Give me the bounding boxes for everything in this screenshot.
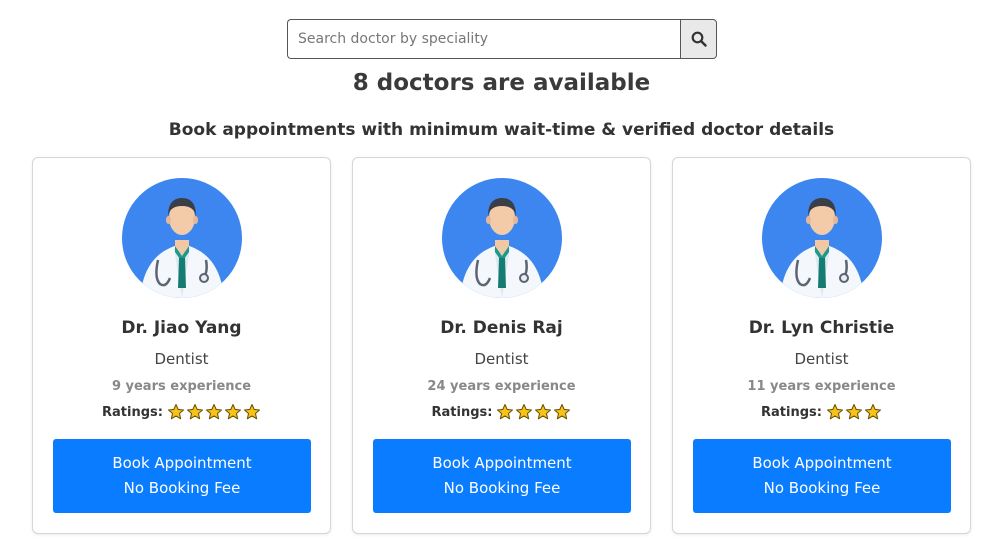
rating-stars	[496, 403, 571, 421]
book-button-line1: Book Appointment	[752, 454, 892, 472]
star-icon	[224, 403, 242, 421]
star-icon	[845, 403, 863, 421]
star-icon	[243, 403, 261, 421]
ratings-row: Ratings:	[33, 403, 330, 421]
doctor-avatar-icon	[122, 178, 242, 298]
doctor-experience: 24 years experience	[427, 379, 576, 394]
doctor-speciality: Dentist	[154, 350, 209, 368]
doctor-experience: 11 years experience	[747, 379, 896, 394]
doctor-card: Dr. Lyn Christie Dentist 11 years experi…	[672, 157, 971, 534]
page-subheading: Book appointments with minimum wait-time…	[168, 120, 835, 140]
book-button-line2: No Booking Fee	[443, 479, 561, 497]
doctor-name: Dr. Jiao Yang	[121, 318, 242, 338]
search-icon	[691, 31, 707, 47]
ratings-label: Ratings:	[102, 404, 163, 420]
book-button-line1: Book Appointment	[112, 454, 252, 472]
book-appointment-button[interactable]: Book Appointment No Booking Fee	[373, 439, 631, 513]
ratings-label: Ratings:	[431, 404, 493, 420]
doctor-name: Dr. Lyn Christie	[748, 318, 895, 338]
book-button-line1: Book Appointment	[432, 454, 572, 472]
doctor-speciality: Dentist	[794, 350, 849, 368]
star-icon	[515, 403, 533, 421]
doctor-card: Dr. Denis Raj Dentist 24 years experienc…	[352, 157, 651, 534]
doctor-card: Dr. Jiao Yang Dentist 9 years experience…	[32, 157, 331, 534]
search-button[interactable]	[680, 19, 717, 59]
search-bar	[287, 19, 717, 59]
book-appointment-button[interactable]: Book Appointment No Booking Fee	[53, 439, 311, 513]
book-button-line2: No Booking Fee	[123, 479, 241, 497]
rating-stars	[826, 403, 882, 421]
doctor-speciality: Dentist	[474, 350, 529, 368]
doctor-name: Dr. Denis Raj	[440, 318, 563, 338]
star-icon	[534, 403, 552, 421]
star-icon	[826, 403, 844, 421]
search-input[interactable]	[287, 19, 680, 59]
doctor-avatar-icon	[442, 178, 562, 298]
rating-stars	[167, 403, 261, 421]
star-icon	[553, 403, 571, 421]
star-icon	[205, 403, 223, 421]
ratings-row: Ratings:	[673, 403, 970, 421]
ratings-row: Ratings:	[353, 403, 650, 421]
book-button-line2: No Booking Fee	[763, 479, 881, 497]
book-appointment-button[interactable]: Book Appointment No Booking Fee	[693, 439, 951, 513]
star-icon	[186, 403, 204, 421]
ratings-label: Ratings:	[761, 404, 822, 420]
star-icon	[864, 403, 882, 421]
doctors-count-heading: 8 doctors are available	[352, 70, 651, 96]
star-icon	[496, 403, 514, 421]
star-icon	[167, 403, 185, 421]
doctor-experience: 9 years experience	[111, 379, 252, 394]
doctor-avatar-icon	[762, 178, 882, 298]
